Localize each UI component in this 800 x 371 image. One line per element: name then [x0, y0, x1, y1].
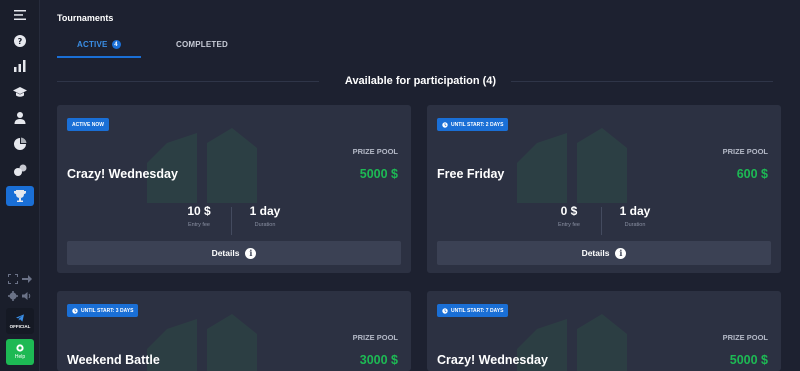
prize-pool-value: 3000 $: [359, 353, 398, 367]
stat-divider: [231, 207, 232, 235]
tournament-name: Crazy! Wednesday: [437, 353, 548, 367]
sidebar: ? OFFICIAL Help: [0, 0, 40, 371]
prize-pool-label: PRIZE POOL: [722, 147, 768, 156]
entry-fee: 0 $ Entry fee: [547, 204, 591, 228]
tournament-name: Weekend Battle: [67, 353, 160, 367]
user-icon[interactable]: [8, 107, 32, 129]
status-badge: UNTIL START: 3 DAYS: [67, 304, 139, 317]
page-title: Tournaments: [57, 13, 114, 23]
tournament-card: UNTIL START: 2 DAYS PRIZE POOL Free Frid…: [427, 105, 781, 273]
status-badge: ACTIVE NOW: [67, 118, 109, 131]
pie-chart-icon[interactable]: [8, 133, 32, 155]
duration: 1 day Duration: [243, 204, 287, 228]
main-content: Tournaments ACTIVE 4 COMPLETED Available…: [41, 0, 800, 371]
tab-completed-label: COMPLETED: [176, 40, 229, 49]
tournament-card: UNTIL START: 7 DAYS PRIZE POOL Crazy! We…: [427, 291, 781, 371]
tab-active-label: ACTIVE: [77, 40, 108, 49]
tab-active-underline: [57, 56, 141, 58]
status-badge: UNTIL START: 2 DAYS: [437, 118, 509, 131]
sound-icon[interactable]: [21, 290, 33, 302]
details-label: Details: [211, 248, 240, 258]
prize-pool-label: PRIZE POOL: [722, 333, 768, 342]
details-label: Details: [581, 248, 610, 258]
duration-label: Duration: [254, 222, 276, 228]
tournament-name: Crazy! Wednesday: [67, 167, 178, 181]
bar-chart-icon[interactable]: [8, 55, 32, 77]
tab-active[interactable]: ACTIVE 4: [77, 40, 121, 49]
clock-icon: [442, 307, 448, 314]
stat-divider: [601, 207, 602, 235]
help-label: Help: [14, 354, 26, 360]
entry-fee-label: Entry fee: [557, 222, 580, 228]
status-badge-label: ACTIVE NOW: [72, 121, 104, 128]
duration-value: 1 day: [249, 204, 281, 218]
details-button[interactable]: Details i: [437, 241, 771, 265]
prize-pool-label: PRIZE POOL: [352, 147, 398, 156]
card-background-art: [507, 123, 637, 203]
clock-icon: [442, 121, 448, 128]
official-telegram-button[interactable]: OFFICIAL: [6, 308, 34, 334]
question-icon[interactable]: ?: [8, 30, 32, 52]
entry-fee-value: 10 $: [187, 204, 211, 218]
graduation-cap-icon[interactable]: [8, 81, 32, 103]
trophy-icon[interactable]: [6, 186, 34, 206]
entry-fee: 10 $ Entry fee: [177, 204, 221, 228]
logout-icon[interactable]: [21, 273, 33, 285]
tournament-name: Free Friday: [437, 167, 505, 181]
help-button[interactable]: Help: [6, 339, 34, 365]
info-icon: i: [245, 247, 257, 259]
details-button[interactable]: Details i: [67, 241, 401, 265]
coins-icon[interactable]: [8, 159, 32, 181]
status-badge-label: UNTIL START: 2 DAYS: [451, 121, 504, 128]
menu-icon[interactable]: [8, 4, 32, 26]
status-badge-label: UNTIL START: 3 DAYS: [81, 307, 134, 314]
clock-icon: [72, 307, 78, 314]
svg-text:?: ?: [18, 37, 23, 46]
prize-pool-value: 5000 $: [729, 353, 768, 367]
tournament-card: ACTIVE NOW PRIZE POOL Crazy! Wednesday 5…: [57, 105, 411, 273]
official-label: OFFICIAL: [9, 323, 31, 329]
prize-pool-value: 600 $: [736, 167, 768, 181]
entry-fee-value: 0 $: [560, 204, 578, 218]
duration: 1 day Duration: [613, 204, 657, 228]
lifebuoy-icon: [16, 344, 24, 352]
status-badge-label: UNTIL START: 7 DAYS: [451, 307, 504, 314]
tab-active-count-badge: 4: [111, 40, 121, 49]
info-icon: i: [615, 247, 627, 259]
duration-value: 1 day: [619, 204, 651, 218]
section-divider-right: [511, 81, 773, 82]
tournament-card: UNTIL START: 3 DAYS PRIZE POOL Weekend B…: [57, 291, 411, 371]
entry-fee-label: Entry fee: [187, 222, 210, 228]
status-badge: UNTIL START: 7 DAYS: [437, 304, 509, 317]
fullscreen-icon[interactable]: [7, 273, 19, 285]
prize-pool-value: 5000 $: [359, 167, 398, 181]
card-background-art: [137, 123, 267, 203]
prize-pool-label: PRIZE POOL: [352, 333, 398, 342]
tab-completed[interactable]: COMPLETED: [176, 40, 228, 49]
telegram-icon: [16, 313, 24, 322]
duration-label: Duration: [624, 222, 646, 228]
gear-icon[interactable]: [7, 290, 19, 302]
